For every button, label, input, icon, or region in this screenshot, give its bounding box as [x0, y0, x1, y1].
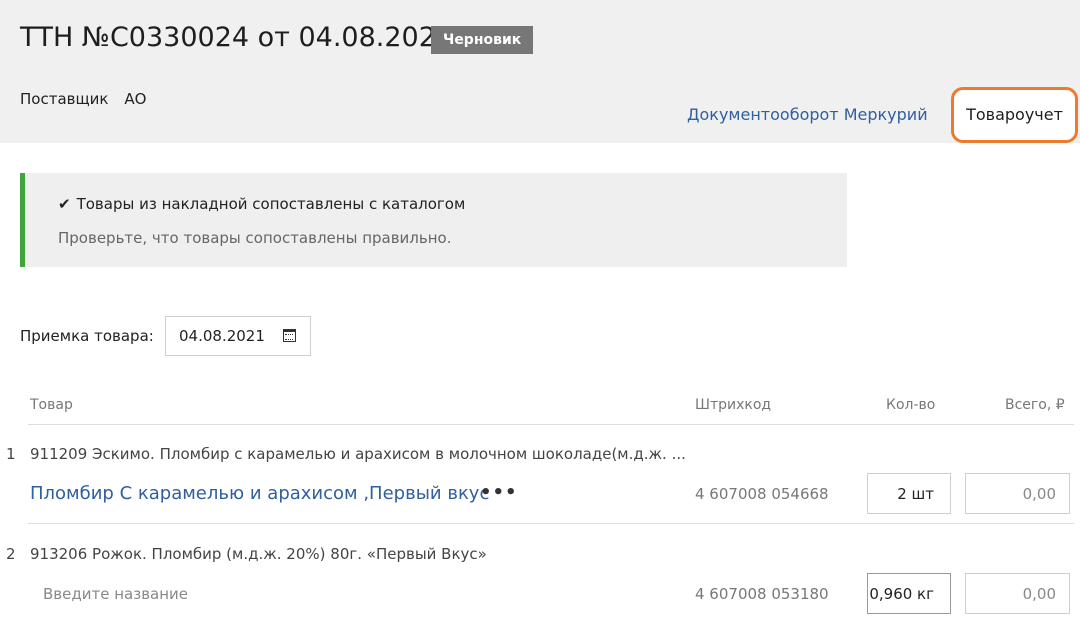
row-number: 1	[6, 445, 16, 463]
more-options-icon[interactable]: •••	[480, 482, 518, 503]
row-barcode: 4 607008 054668	[695, 485, 829, 503]
mercury-docflow-link[interactable]: Документооборот Меркурий	[687, 105, 928, 124]
table-header-divider	[28, 424, 1074, 425]
match-notice: ✔ Товары из накладной сопоставлены с ката…	[20, 173, 847, 267]
product-name-input[interactable]	[30, 579, 630, 609]
notice-title-row: ✔ Товары из накладной сопоставлены с ката…	[58, 195, 465, 213]
row-source-name: 911209 Эскимо. Пломбир с карамелью и ара…	[30, 445, 686, 463]
notice-title: Товары из накладной сопоставлены с катал…	[76, 195, 466, 213]
row-number: 2	[6, 545, 16, 563]
column-header-qty: Кол-во	[886, 397, 936, 413]
row-qty-input[interactable]	[867, 473, 951, 514]
tab-tovaroucher[interactable]: Товароучет	[951, 87, 1078, 143]
receiving-date-picker[interactable]	[165, 316, 311, 356]
document-header: ТТН №C0330024 от 04.08.2021 Черновик Пос…	[0, 0, 1080, 143]
notice-text: Проверьте, что товары сопоставлены прави…	[58, 229, 452, 247]
supplier-value: АО	[124, 90, 147, 108]
supplier-label: Поставщик	[20, 90, 109, 108]
row-source-name: 913206 Рожок. Пломбир (м.д.ж. 20%) 80г. …	[30, 545, 487, 563]
column-header-total: Всего, ₽	[1005, 397, 1065, 413]
row-total-input[interactable]	[965, 473, 1070, 514]
column-header-product: Товар	[30, 397, 73, 413]
row-divider	[28, 523, 1074, 524]
page-title: ТТН №C0330024 от 04.08.2021	[20, 22, 454, 53]
calendar-icon[interactable]	[283, 329, 296, 342]
status-badge: Черновик	[431, 26, 534, 54]
receiving-date-input[interactable]	[166, 317, 276, 355]
matched-product-link[interactable]: Пломбир С карамелью и арахисом ,Первый в…	[30, 483, 489, 504]
receiving-label: Приемка товара:	[20, 327, 154, 345]
column-header-barcode: Штрихкод	[695, 397, 772, 413]
row-qty-input[interactable]	[867, 573, 951, 614]
row-barcode: 4 607008 053180	[695, 585, 829, 603]
check-icon: ✔	[58, 195, 71, 213]
row-total-input[interactable]	[965, 573, 1070, 614]
supplier-row: Поставщик АО	[20, 90, 147, 108]
